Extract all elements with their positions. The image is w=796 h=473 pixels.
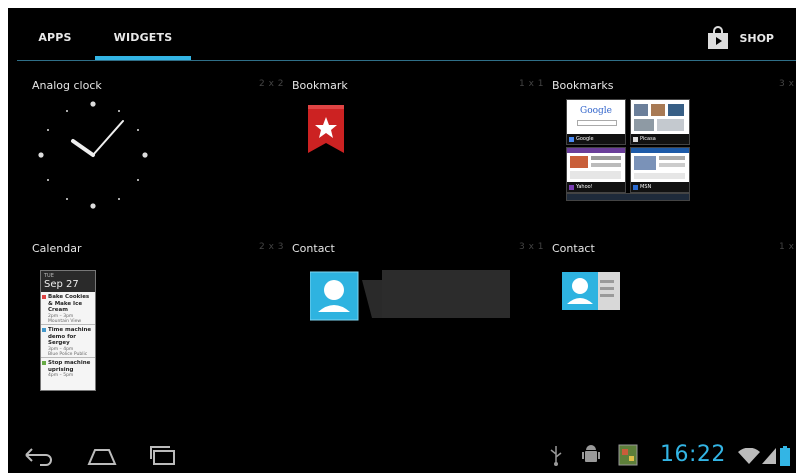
top-tab-bar: APPS WIDGETS SHOP xyxy=(8,8,796,60)
bookmark-label: Yahoo! xyxy=(576,184,593,190)
widget-title: Contact xyxy=(292,242,335,255)
event-color-icon xyxy=(42,328,46,332)
calendar-event: Time machine demo for Sergey 3pm – 4pm B… xyxy=(41,325,95,358)
widget-size: 3 x 3 xyxy=(779,79,796,89)
widget-calendar[interactable]: Calendar 2 x 3 TUE Sep 27 Bake Cookies &… xyxy=(32,242,284,392)
widget-contact-small[interactable]: Contact 1 x 1 xyxy=(552,242,796,392)
event-location: Mountain View xyxy=(48,319,82,324)
event-time: 4pm – 5pm xyxy=(48,373,74,378)
app-drawer-screen: APPS WIDGETS SHOP Analog clock 2 x 2 Boo… xyxy=(8,8,796,473)
shopping-bag-icon xyxy=(708,26,729,49)
bookmark-thumbnail: MSN xyxy=(630,147,690,193)
widget-bookmark[interactable]: Bookmark 1 x 1 xyxy=(292,79,544,229)
event-location: Blue Police Public xyxy=(48,352,88,357)
bookmark-thumbnail: Yahoo! xyxy=(566,147,626,193)
favicon-icon xyxy=(633,137,638,142)
system-bar: 16:22 xyxy=(8,436,796,473)
google-logo: Google xyxy=(580,106,612,116)
contact-card-preview xyxy=(310,270,510,321)
widget-title: Bookmarks xyxy=(552,79,614,92)
calendar-date: Sep 27 xyxy=(44,279,79,290)
widget-bookmarks[interactable]: Bookmarks 3 x 3 Google Google Picasa xyxy=(552,79,796,229)
home-icon[interactable] xyxy=(86,444,118,466)
shop-button[interactable]: SHOP xyxy=(707,24,774,52)
favicon-icon xyxy=(569,185,574,190)
usb-icon xyxy=(550,446,562,466)
favicon-icon xyxy=(633,185,638,190)
event-color-icon xyxy=(42,295,46,299)
widget-analog-clock[interactable]: Analog clock 2 x 2 xyxy=(32,79,284,229)
bookmarks-footer-strip xyxy=(566,193,690,201)
notification-app-icon xyxy=(618,444,638,466)
shop-label: SHOP xyxy=(739,31,774,45)
widget-title: Bookmark xyxy=(292,79,348,92)
android-debug-icon xyxy=(582,445,600,462)
status-clock: 16:22 xyxy=(660,442,726,467)
event-title: Time machine demo for Sergey xyxy=(48,327,92,346)
widget-size: 3 x 1 xyxy=(519,242,544,252)
widget-size: 2 x 2 xyxy=(259,79,284,89)
event-title: Bake Cookies & Make Ice Cream xyxy=(48,294,90,313)
battery-icon xyxy=(780,446,790,466)
wifi-icon xyxy=(738,448,760,464)
analog-clock-icon xyxy=(38,101,148,209)
calendar-preview: TUE Sep 27 Bake Cookies & Make Ice Cream… xyxy=(40,270,96,391)
widget-title: Contact xyxy=(552,242,595,255)
calendar-date-header: TUE Sep 27 xyxy=(41,271,95,292)
bookmark-thumbnail: Google Google xyxy=(566,99,626,145)
bookmarks-thumbnail-grid: Google Google Picasa Yahoo! MSN xyxy=(566,99,690,201)
tab-widgets[interactable]: WIDGETS xyxy=(95,8,191,60)
widget-size: 2 x 3 xyxy=(259,242,284,252)
event-color-icon xyxy=(42,361,46,365)
widget-title: Calendar xyxy=(32,242,82,255)
tab-apps[interactable]: APPS xyxy=(18,8,92,60)
event-title: Stop machine uprising xyxy=(48,360,91,373)
calendar-event: Stop machine uprising 4pm – 5pm xyxy=(41,358,95,390)
back-icon[interactable] xyxy=(22,444,54,466)
bookmark-label: MSN xyxy=(640,184,652,190)
contact-card-icon xyxy=(562,272,620,310)
recent-apps-icon[interactable] xyxy=(148,444,178,466)
bookmark-ribbon-icon xyxy=(308,105,344,153)
favicon-icon xyxy=(569,137,574,142)
widget-contact-large[interactable]: Contact 3 x 1 xyxy=(292,242,544,392)
widget-size: 1 x 1 xyxy=(519,79,544,89)
widget-size: 1 x 1 xyxy=(779,242,796,252)
widget-title: Analog clock xyxy=(32,79,102,92)
top-divider xyxy=(17,60,796,61)
bookmark-label: Picasa xyxy=(640,136,656,142)
signal-icon xyxy=(762,448,776,464)
bookmark-label: Google xyxy=(576,136,594,142)
calendar-event: Bake Cookies & Make Ice Cream 2pm – 3pm … xyxy=(41,292,95,325)
bookmark-thumbnail: Picasa xyxy=(630,99,690,145)
